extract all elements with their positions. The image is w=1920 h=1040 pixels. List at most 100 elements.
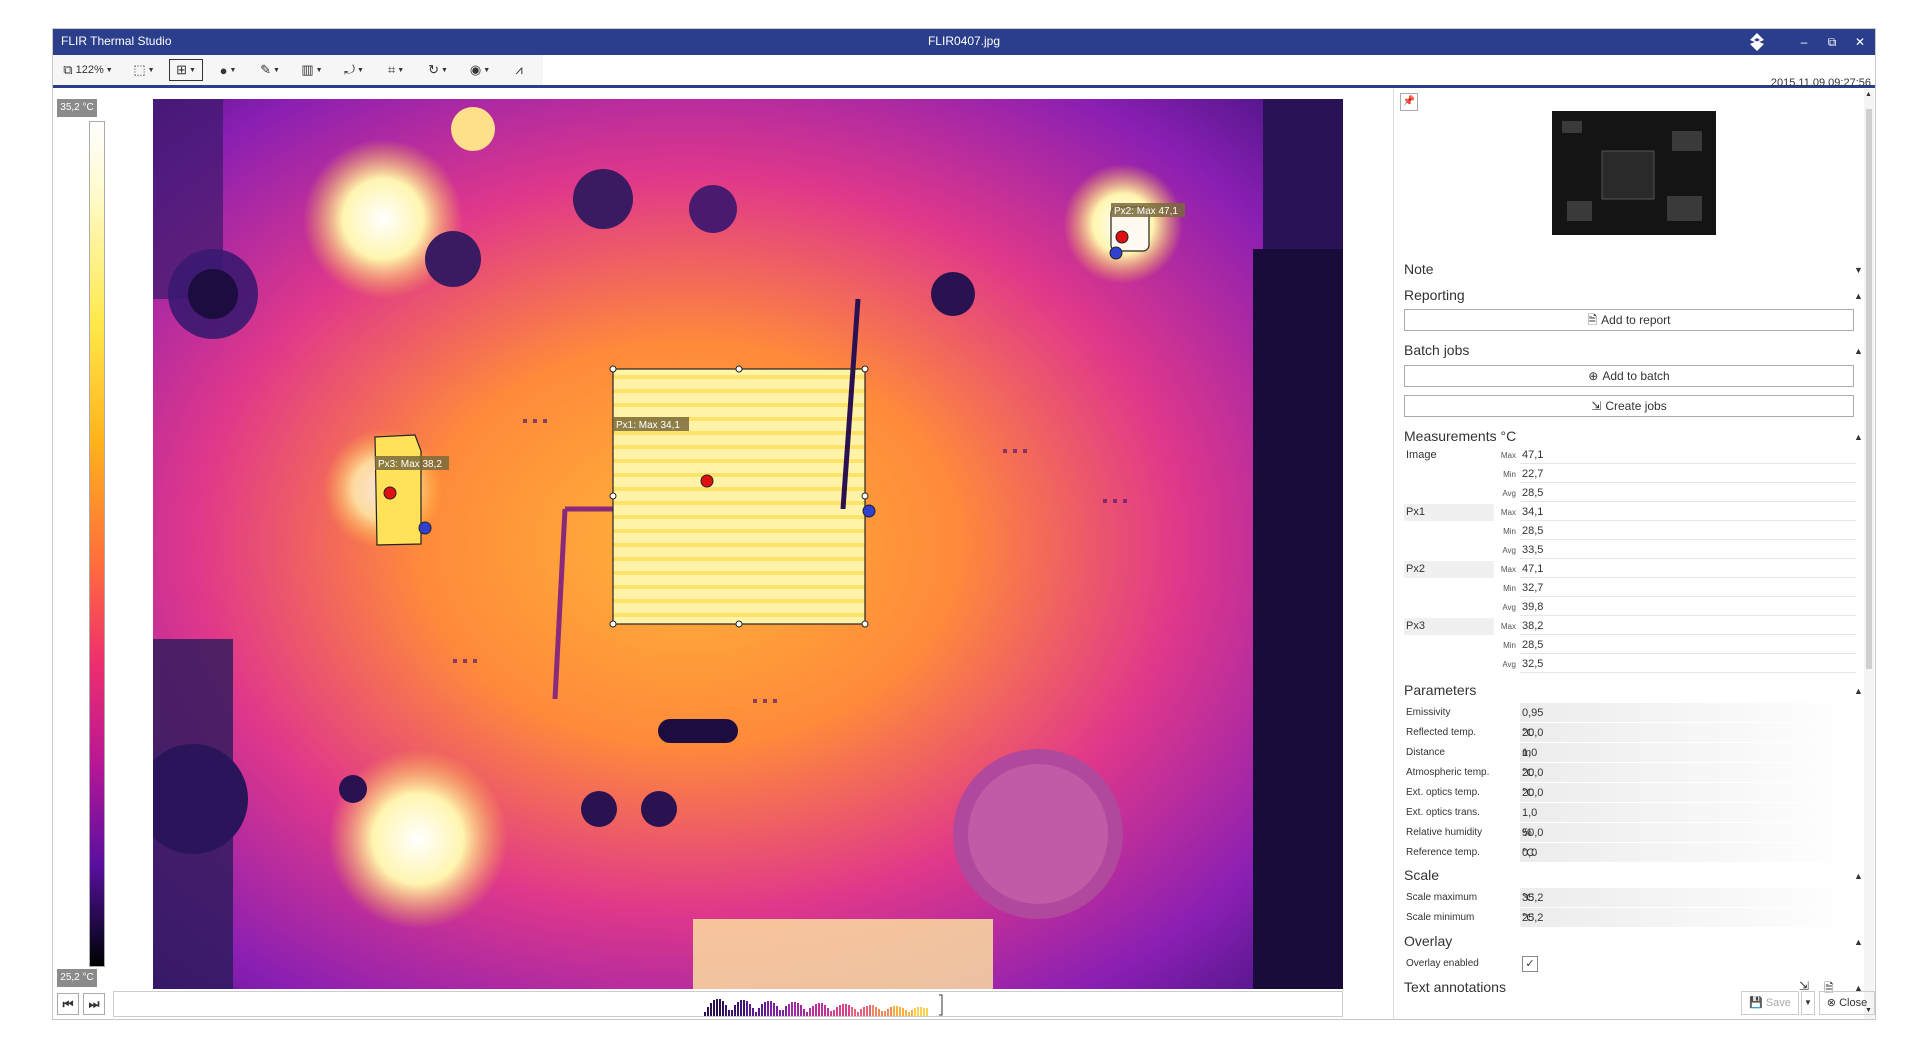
stat-label: Min — [1503, 527, 1516, 536]
pin-icon[interactable]: 📌 — [1400, 93, 1418, 111]
histogram-bar — [839, 1005, 841, 1016]
section-overlay[interactable]: Overlay ▲ — [1404, 933, 1863, 949]
histogram-bar — [875, 1007, 877, 1016]
param-value-field[interactable]: 50,0% — [1520, 823, 1856, 842]
histogram-bars — [704, 994, 943, 1016]
section-parameters[interactable]: Parameters ▲ — [1404, 682, 1863, 698]
image-mode-button[interactable]: ⬚ ▼ — [127, 59, 161, 81]
save-button[interactable]: 💾 Save — [1741, 991, 1799, 1015]
visual-image-thumbnail[interactable] — [1552, 111, 1716, 235]
param-value-field[interactable]: 20,0 °C — [1520, 723, 1856, 742]
chevron-up-icon[interactable]: ▲ — [1854, 686, 1863, 696]
histogram-bar — [731, 1010, 733, 1016]
create-jobs-label: Create jobs — [1605, 399, 1667, 413]
stat-label: Min — [1503, 470, 1516, 479]
scroll-up-icon[interactable]: ▲ — [1865, 91, 1872, 98]
histogram-bar — [821, 1003, 823, 1016]
plus-circle-icon: ⊕ — [1588, 369, 1599, 383]
first-image-button[interactable]: ⏮ — [57, 993, 79, 1015]
param-unit: °C — [1522, 892, 1535, 904]
region-label: Px1: Max 34,1 — [616, 420, 680, 431]
annotation-button[interactable]: ✎ ▼ — [253, 59, 287, 81]
section-scale[interactable]: Scale ▲ — [1404, 867, 1863, 883]
chevron-up-icon[interactable]: ▲ — [1854, 871, 1863, 881]
add-to-batch-button[interactable]: ⊕ Add to batch — [1404, 365, 1854, 387]
chevron-up-icon[interactable]: ▲ — [1854, 432, 1863, 442]
panel-scrollbar[interactable]: ▲ ▼ — [1864, 89, 1874, 1019]
histogram-bar — [746, 1001, 748, 1016]
histogram-bar — [785, 1006, 787, 1016]
param-value-field[interactable]: 35,2 °C — [1520, 888, 1856, 907]
stat-value: 28,5 — [1522, 525, 1544, 537]
title-bar: FLIR Thermal Studio FLIR0407.jpg – ⧉ ✕ — [53, 29, 1875, 55]
rotate-button[interactable]: ⤾ ▼ — [337, 59, 371, 81]
add-to-batch-label: Add to batch — [1602, 369, 1670, 383]
scrollbar-thumb[interactable] — [1866, 109, 1872, 669]
histogram-bar — [842, 1004, 844, 1016]
stat-label: Max — [1500, 565, 1516, 574]
toolbar-accent-line — [53, 85, 1875, 88]
param-value-field[interactable]: 1,0 m — [1520, 743, 1856, 762]
histogram-bar — [887, 1009, 889, 1016]
section-reporting[interactable]: Reporting ▲ — [1404, 287, 1863, 303]
image-datetime: 2015.11.09 09:27:56 — [1770, 77, 1871, 89]
overlay-title: Overlay — [1404, 933, 1453, 949]
create-jobs-button[interactable]: ⇲ Create jobs — [1404, 395, 1854, 417]
histogram-bar — [770, 1001, 772, 1016]
histogram-bar — [854, 1009, 856, 1016]
add-to-report-button[interactable]: 🗎 Add to report — [1404, 309, 1854, 331]
histogram-bar — [740, 1000, 742, 1016]
cpu-hotspot — [613, 369, 865, 624]
measurement-tools-button[interactable]: ⊞ ▼ — [169, 59, 203, 81]
chevron-down-icon[interactable]: ▼ — [1854, 265, 1863, 275]
section-batch-jobs[interactable]: Batch jobs ▲ — [1404, 342, 1863, 358]
section-note[interactable]: Note ▼ — [1404, 261, 1863, 277]
plot-button[interactable]: ⩘ — [505, 59, 533, 81]
chevron-up-icon[interactable]: ▲ — [1854, 346, 1863, 356]
save-options-dropdown[interactable]: ▼ — [1801, 991, 1815, 1015]
chevron-down-icon: ▼ — [188, 66, 196, 74]
histogram[interactable] — [113, 991, 1343, 1017]
histogram-bar — [836, 1007, 838, 1016]
measurement-row: Min 28,5 — [1404, 637, 1856, 654]
minimize-button[interactable]: – — [1793, 32, 1815, 52]
zoom-dropdown[interactable]: ⧉ 122% ▼ — [57, 59, 119, 81]
param-value-field[interactable]: 25,2 °C — [1520, 908, 1856, 927]
param-value-field[interactable]: 0,0 °C — [1520, 843, 1856, 862]
overlay-enabled-checkbox[interactable]: ✓ — [1522, 956, 1538, 972]
palette-button[interactable]: ● ▼ — [211, 59, 245, 81]
param-unit: °C — [1522, 727, 1535, 739]
zoom-level: 122% — [75, 64, 104, 76]
app-window: FLIR Thermal Studio FLIR0407.jpg – ⧉ ✕ ⧉… — [52, 28, 1876, 1020]
close-button[interactable]: ⊗ Close — [1819, 991, 1875, 1015]
param-value-field[interactable]: 0,95 — [1520, 703, 1856, 722]
stat-label: Min — [1503, 641, 1516, 650]
line-chart-icon: ⩘ — [515, 62, 523, 77]
restore-button[interactable]: ⧉ — [1821, 32, 1843, 52]
close-window-button[interactable]: ✕ — [1849, 32, 1871, 52]
skip-forward-icon: ⏭ — [88, 997, 100, 1011]
chevron-up-icon[interactable]: ▲ — [1854, 937, 1863, 947]
histogram-bar — [881, 1011, 883, 1016]
scale-max-label[interactable]: 35,2 °C — [57, 99, 97, 117]
thermal-image[interactable]: Px1: Max 34,1 Px2: Max 47,1 Px3: Max 38,… — [153, 99, 1343, 989]
crop-button[interactable]: ⌗ ▼ — [379, 59, 413, 81]
param-value-field[interactable]: 20,0 °C — [1520, 783, 1856, 802]
parameter-row: Ext. optics trans. 1,0 — [1404, 803, 1856, 823]
param-value-field[interactable]: 20,0 °C — [1520, 763, 1856, 782]
chevron-down-icon: ▼ — [356, 66, 364, 74]
temperature-scale: 35,2 °C 25,2 °C — [57, 99, 105, 989]
refresh-button[interactable]: ↻ ▼ — [421, 59, 455, 81]
histogram-bar — [848, 1005, 850, 1016]
param-value-field[interactable]: 1,0 — [1520, 803, 1856, 822]
measurement-row: Avg 33,5 — [1404, 542, 1856, 559]
section-measurements[interactable]: Measurements °C ▲ — [1404, 428, 1863, 444]
measurement-source: Px3 — [1406, 620, 1425, 632]
fusion-button[interactable]: ◉ ▼ — [463, 59, 497, 81]
chevron-down-icon: ▼ — [272, 66, 280, 74]
max-marker-icon — [1115, 230, 1129, 244]
chevron-up-icon[interactable]: ▲ — [1854, 291, 1863, 301]
histogram-button[interactable]: ▥ ▼ — [295, 59, 329, 81]
next-image-button[interactable]: ⏭ — [83, 993, 105, 1015]
scale-min-label[interactable]: 25,2 °C — [57, 969, 97, 987]
